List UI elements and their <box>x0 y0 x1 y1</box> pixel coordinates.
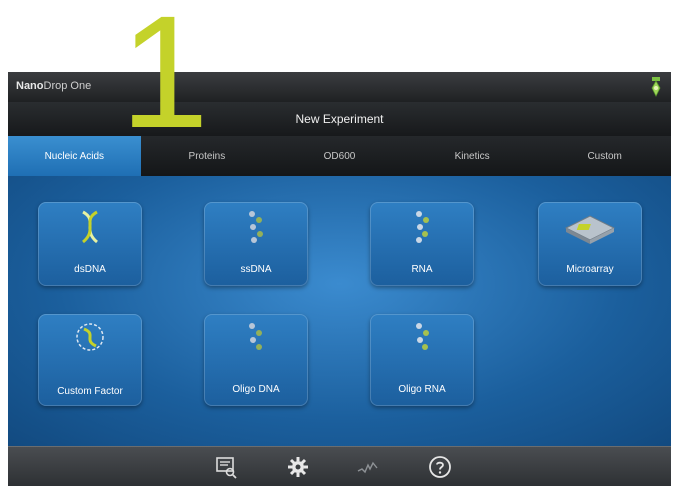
ssdna-icon <box>249 211 263 243</box>
tile-microarray[interactable]: Microarray <box>538 202 642 286</box>
tile-oligo-dna[interactable]: Oligo DNA <box>204 314 308 406</box>
step-number: 1 <box>120 0 209 161</box>
tile-label: Oligo DNA <box>232 384 280 395</box>
tab-kinetics[interactable]: Kinetics <box>406 136 539 176</box>
tile-label: Custom Factor <box>57 386 123 397</box>
oligo-rna-icon <box>416 323 429 350</box>
tab-bar: Nucleic Acids Proteins OD600 Kinetics Cu… <box>8 136 671 176</box>
help-icon[interactable] <box>428 455 452 479</box>
device-screen: NanoDrop One New Experiment Nucleic Acid… <box>8 72 671 486</box>
tile-label: Oligo RNA <box>398 384 446 395</box>
top-status-bar: NanoDrop One <box>8 72 671 102</box>
brand-rest: Drop One <box>43 80 92 92</box>
tile-dsdna[interactable]: dsDNA <box>38 202 142 286</box>
tile-label: dsDNA <box>74 264 106 275</box>
oligo-dna-icon <box>249 323 262 350</box>
data-viewer-icon[interactable] <box>214 455 238 479</box>
brand-bold: Nano <box>16 80 44 92</box>
tile-ssdna[interactable]: ssDNA <box>204 202 308 286</box>
rna-icon <box>416 211 429 243</box>
dsdna-icon <box>81 210 99 244</box>
screen-title: New Experiment <box>295 112 384 126</box>
microarray-icon <box>564 215 616 244</box>
signal-icon[interactable] <box>356 455 380 479</box>
custom-factor-icon <box>76 323 104 351</box>
tile-label: Microarray <box>566 264 614 275</box>
settings-gear-icon[interactable] <box>286 455 310 479</box>
bottom-toolbar <box>8 446 671 486</box>
tab-custom[interactable]: Custom <box>538 136 671 176</box>
application-grid: dsDNA ssDNA RNA Microarray Custom Factor… <box>8 176 671 446</box>
tab-od600[interactable]: OD600 <box>273 136 406 176</box>
tile-label: ssDNA <box>240 264 272 275</box>
tile-label: RNA <box>411 264 433 275</box>
tile-rna[interactable]: RNA <box>370 202 474 286</box>
tile-oligo-rna[interactable]: Oligo RNA <box>370 314 474 406</box>
tile-custom-factor[interactable]: Custom Factor <box>38 314 142 406</box>
app-brand: NanoDrop One <box>16 80 91 92</box>
sample-status-icon[interactable] <box>649 76 663 98</box>
